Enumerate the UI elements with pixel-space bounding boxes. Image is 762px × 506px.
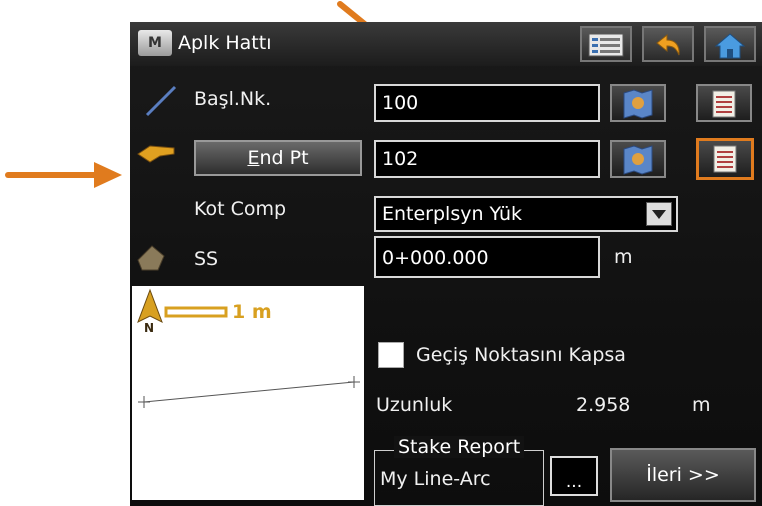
cover-label: Geçiş Noktasını Kapsa: [416, 344, 626, 366]
browse-button[interactable]: ...: [550, 456, 598, 496]
list-pick-icon: [713, 145, 737, 173]
ss-field[interactable]: 0+000.000: [374, 236, 600, 278]
scale-label: 1 m: [232, 301, 272, 323]
device-screen: M Aplk Hattı Başl.Nk. 100 End Pt 102 Kot…: [130, 22, 762, 506]
start-map-button[interactable]: [610, 84, 666, 122]
back-button[interactable]: [642, 26, 694, 62]
svg-text:N: N: [144, 321, 154, 335]
end-point-field[interactable]: 102: [374, 140, 600, 178]
list-pick-icon: [712, 90, 736, 118]
end-list-button[interactable]: [696, 138, 754, 180]
kot-comp-dropdown[interactable]: Enterplsyn Yük: [374, 196, 678, 232]
list-icon: [588, 33, 624, 57]
ss-unit: m: [614, 246, 633, 268]
start-point-label: Başl.Nk.: [194, 88, 272, 110]
start-point-field[interactable]: 100: [374, 84, 600, 122]
stake-report-title: Stake Report: [394, 436, 525, 458]
map-preview[interactable]: N 1 m: [132, 286, 364, 500]
kot-comp-value: Enterplsyn Yük: [382, 203, 523, 225]
station-icon: [137, 245, 165, 271]
next-button[interactable]: İleri >>: [610, 448, 756, 502]
length-label: Uzunluk: [376, 394, 453, 416]
end-point-button[interactable]: End Pt: [194, 140, 362, 176]
map-pick-icon: [623, 89, 653, 119]
back-icon: [656, 33, 680, 56]
stake-report-value: My Line-Arc: [380, 468, 491, 490]
cover-checkbox[interactable]: [378, 342, 404, 368]
line-segment: [143, 381, 355, 403]
home-button[interactable]: [704, 26, 756, 62]
kot-comp-label: Kot Comp: [194, 198, 287, 220]
window-title: Aplk Hattı: [178, 32, 272, 54]
menu-button[interactable]: M: [138, 30, 172, 56]
home-icon: [715, 33, 745, 59]
map-pick-icon: [623, 145, 653, 175]
length-unit: m: [692, 394, 711, 416]
start-list-button[interactable]: [696, 84, 752, 122]
chevron-down-icon: [646, 202, 672, 226]
north-arrow-icon: N: [137, 288, 163, 335]
list-button[interactable]: [580, 26, 632, 62]
line-icon: [145, 85, 177, 117]
end-map-button[interactable]: [610, 140, 666, 178]
title-bar: M Aplk Hattı: [130, 22, 762, 66]
ss-label: SS: [194, 248, 219, 270]
length-value: 2.958: [576, 394, 631, 416]
scale-bar: [164, 306, 228, 318]
arrow-annotation-icon: [5, 162, 122, 188]
pointer-icon: [137, 145, 175, 163]
